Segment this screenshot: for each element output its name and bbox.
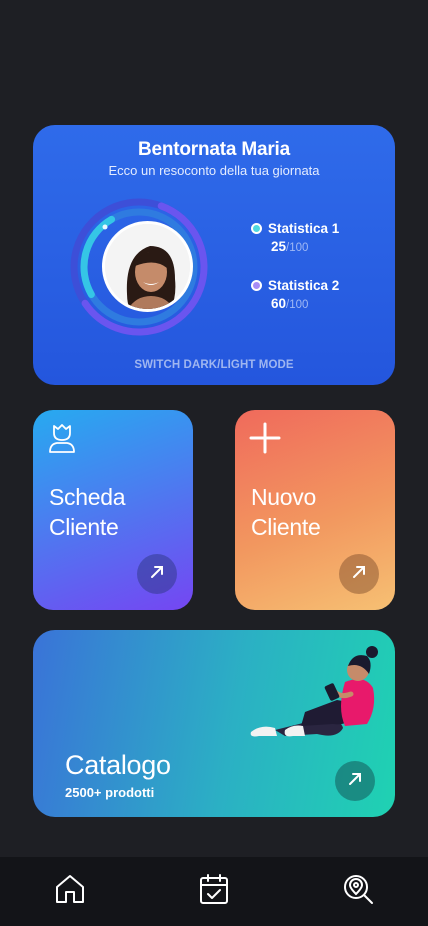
- catalogo-subtitle: 2500+ prodotti: [65, 785, 155, 800]
- progress-rings: [69, 197, 209, 337]
- catalogo-title: Catalogo: [65, 750, 171, 780]
- nav-search-location-button[interactable]: [342, 873, 374, 910]
- arrow-up-right-icon: [150, 565, 164, 584]
- user-icon: [47, 422, 77, 459]
- stat-1-value: 25: [271, 239, 287, 254]
- catalogo-open-button[interactable]: [335, 761, 375, 801]
- stat-1-label: Statistica 1: [268, 221, 340, 236]
- nuovo-title-line1: Nuovo: [251, 484, 316, 510]
- scheda-cliente-card[interactable]: Scheda Cliente: [33, 410, 193, 610]
- nuovo-open-button[interactable]: [339, 554, 379, 594]
- scheda-open-button[interactable]: [137, 554, 177, 594]
- avatar: [102, 221, 193, 312]
- arrow-up-right-icon: [352, 565, 366, 584]
- plus-icon: [249, 422, 281, 459]
- scheda-title-line1: Scheda: [49, 484, 126, 510]
- stat-1: Statistica 1 25/100: [251, 221, 339, 254]
- stat-1-dot-icon: [251, 223, 262, 234]
- location-search-icon: [342, 873, 374, 910]
- stat-2-label: Statistica 2: [268, 278, 340, 293]
- switch-mode-button[interactable]: SWITCH DARK/LIGHT MODE: [33, 359, 395, 371]
- catalogo-card[interactable]: Catalogo 2500+ prodotti: [33, 630, 395, 817]
- welcome-card: Bentornata Maria Ecco un resoconto della…: [33, 125, 395, 385]
- nav-home-button[interactable]: [54, 873, 86, 910]
- stat-2-max: /100: [286, 299, 309, 311]
- arrow-up-right-icon: [348, 772, 362, 791]
- home-icon: [54, 873, 86, 910]
- reading-person-illustration: [245, 644, 385, 744]
- nuovo-cliente-card[interactable]: Nuovo Cliente: [235, 410, 395, 610]
- scheda-title-line2: Cliente: [49, 514, 119, 540]
- stat-1-max: /100: [286, 242, 309, 254]
- nuovo-title-line2: Cliente: [251, 514, 321, 540]
- stat-2-dot-icon: [251, 280, 262, 291]
- calendar-check-icon: [199, 873, 229, 910]
- stat-2-value: 60: [271, 296, 287, 311]
- bottom-nav: [0, 857, 428, 926]
- stat-2: Statistica 2 60/100: [251, 278, 339, 311]
- welcome-subtitle: Ecco un resoconto della tua giornata: [108, 163, 320, 178]
- nav-calendar-button[interactable]: [198, 873, 230, 910]
- welcome-title: Bentornata Maria: [137, 139, 290, 160]
